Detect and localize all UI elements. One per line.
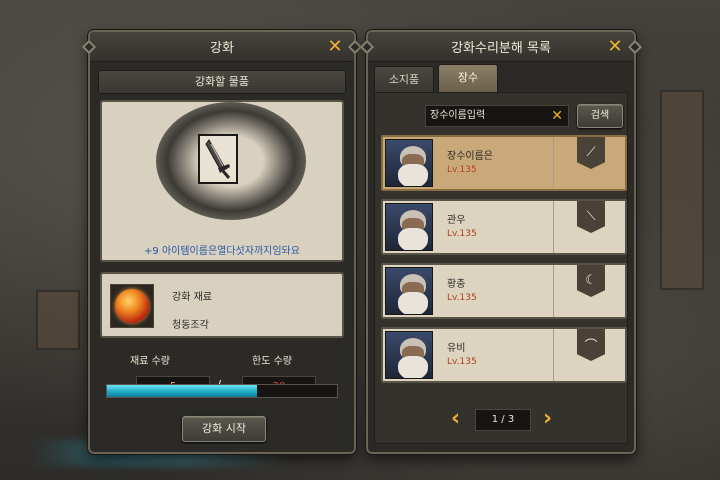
background-tile xyxy=(660,90,704,290)
general-search-input[interactable]: 장수이름입력 ✕ xyxy=(425,105,569,127)
item-name: +9 아이템이름은열다섯자까지임돠요 xyxy=(144,246,300,257)
general-card[interactable]: 장수이름은 Lv.135 ⟋ xyxy=(381,135,627,191)
close-icon[interactable]: ✕ xyxy=(326,38,344,56)
close-icon[interactable]: ✕ xyxy=(606,38,624,56)
clear-icon[interactable]: ✕ xyxy=(551,106,563,126)
blade-icon: ☾ xyxy=(577,265,605,297)
sword-icon xyxy=(205,139,231,179)
material-name: 청동조각 xyxy=(172,320,209,331)
target-item-box: +9 아이템이름은열다섯자까지임돠요 xyxy=(100,100,344,262)
general-name: 황충 xyxy=(447,279,466,290)
general-portrait xyxy=(385,139,433,187)
material-count-label: 재료 수량 xyxy=(130,356,170,367)
tab-generals[interactable]: 장수 xyxy=(438,64,498,92)
general-portrait xyxy=(385,267,433,315)
general-level: Lv.135 xyxy=(447,229,477,239)
tab-inventory[interactable]: 소지품 xyxy=(374,66,434,92)
list-panel: 강화수리분해 목록 ✕ 소지품 장수 장수이름입력 ✕ 검색 장수이름은 Lv.… xyxy=(359,30,643,454)
general-name: 유비 xyxy=(447,343,466,354)
general-card[interactable]: 황충 Lv.135 ☾ xyxy=(381,263,627,319)
card-divider xyxy=(553,329,554,381)
limit-count-label: 한도 수량 xyxy=(252,356,292,367)
bow-icon: ⌒ xyxy=(577,329,605,361)
general-card[interactable]: 관우 Lv.135 ⟍ xyxy=(381,199,627,255)
general-portrait xyxy=(385,203,433,251)
prev-page-icon[interactable]: ‹ xyxy=(451,408,460,430)
card-divider xyxy=(553,201,554,253)
general-card[interactable]: 유비 Lv.135 ⌒ xyxy=(381,327,627,383)
background-tile xyxy=(36,290,80,350)
list-panel-header: 강화수리분해 목록 ✕ xyxy=(359,32,643,62)
glaive-icon: ⟍ xyxy=(577,201,605,233)
enhance-panel-title: 강화 xyxy=(210,41,234,56)
list-panel-title: 강화수리분해 목록 xyxy=(451,41,551,56)
pagination: ‹ 1 / 3 › xyxy=(375,408,627,431)
enhance-panel: 강화 ✕ 강화할 물품 +9 아이템이름은열다섯자까지임돠요 강화 재료 청동조… xyxy=(81,30,363,454)
general-portrait xyxy=(385,331,433,379)
general-level: Lv.135 xyxy=(447,165,477,175)
item-slot[interactable] xyxy=(198,134,238,184)
material-slot[interactable] xyxy=(110,284,154,328)
search-input-text: 장수이름입력 xyxy=(430,110,486,121)
card-divider xyxy=(553,265,554,317)
general-level: Lv.135 xyxy=(447,293,477,303)
section-title: 강화할 물품 xyxy=(98,70,346,94)
material-box: 강화 재료 청동조각 xyxy=(100,272,344,338)
enhance-panel-header: 강화 ✕ xyxy=(81,32,363,62)
general-name: 장수이름은 xyxy=(447,151,493,162)
next-page-icon[interactable]: › xyxy=(543,408,552,430)
general-level: Lv.135 xyxy=(447,357,477,367)
card-divider xyxy=(553,137,554,189)
progress-fill xyxy=(107,385,257,397)
general-name: 관우 xyxy=(447,215,466,226)
start-enhance-button[interactable]: 강화 시작 xyxy=(182,416,266,442)
spear-icon: ⟋ xyxy=(577,137,605,169)
general-list-area: 장수이름입력 ✕ 검색 장수이름은 Lv.135 ⟋ 관우 Lv.135 ⟍ 황… xyxy=(374,92,628,444)
enhance-progress-bar xyxy=(106,384,338,398)
material-label: 강화 재료 xyxy=(172,292,212,303)
search-button[interactable]: 검색 xyxy=(577,104,623,128)
bronze-fragment-icon xyxy=(115,289,149,323)
page-indicator: 1 / 3 xyxy=(475,409,531,431)
